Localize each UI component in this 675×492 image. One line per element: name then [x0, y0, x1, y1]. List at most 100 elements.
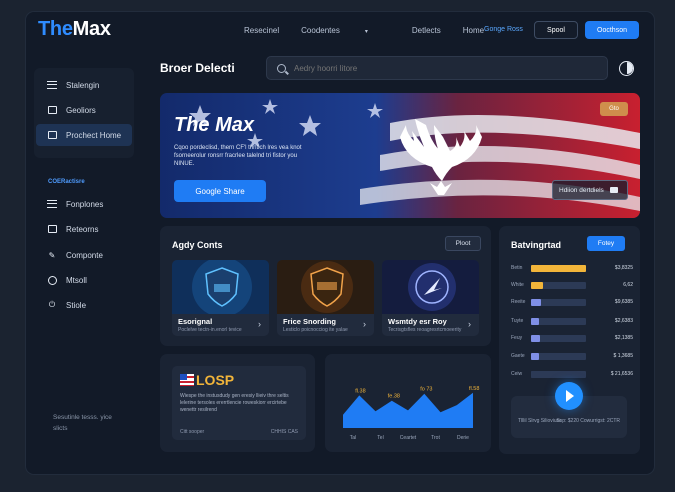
- losp-card[interactable]: LOSP Wiespe the instusdudy gen eresiy ll…: [172, 366, 306, 440]
- nav-item-4[interactable]: Home: [463, 26, 484, 35]
- sidebar-item-label: Mtsoll: [66, 275, 87, 285]
- circle-icon: [46, 275, 58, 285]
- losp-footer-right: CHHIS CAS: [270, 429, 298, 435]
- sidebar-item-label: Stalengin: [66, 80, 100, 90]
- row-bar: [531, 265, 586, 272]
- losp-title: LOSP: [196, 372, 235, 388]
- card-image: [172, 260, 269, 314]
- list-icon: [46, 199, 58, 209]
- leaderboard-chip[interactable]: Fotey: [587, 236, 625, 251]
- search-icon: [277, 63, 286, 73]
- row-bar: [531, 353, 539, 360]
- leaderboard-row: Betin $3,8325: [511, 265, 633, 272]
- sidebar-item-label: Componte: [66, 250, 103, 260]
- sidebar-item-2[interactable]: Geoliors: [36, 99, 132, 121]
- x-tick-label: Ceartet: [400, 435, 417, 441]
- leaderboard-row: Feuy $2,1385: [511, 335, 633, 342]
- calendar-icon: [609, 187, 618, 193]
- leaderboard-row: Tuyte $2,6383: [511, 318, 633, 325]
- card-3[interactable]: Wsmtdy esr Roy Tecrisgtsfles reoagresrtc…: [382, 260, 479, 336]
- sidebar-item-label: Prochect Home: [66, 130, 122, 140]
- top-link[interactable]: Gonge Ross: [484, 26, 523, 33]
- sidebar-item-3[interactable]: Prochect Home: [36, 124, 132, 146]
- card-title: Esorignal: [178, 317, 213, 326]
- hero-description: Cqoo pordeclisd, thern CF'l thrltich lre…: [174, 145, 302, 167]
- checkbox-icon: [46, 130, 58, 140]
- hero-tag-label: Hdiion dertdiels: [559, 186, 604, 194]
- losp-footer-left: Citt sooper: [180, 429, 205, 435]
- x-tick-label: Derie: [457, 435, 469, 441]
- leaderboard-row: Gaete $ 1,3685: [511, 353, 633, 360]
- peak-label: fo 73: [420, 387, 432, 393]
- player-left-info: Tlllil Slrvg Silioviure: [518, 418, 562, 424]
- media-player: Tlllil Slrvg Silioviure Ssp: $220 Cowurr…: [511, 382, 627, 438]
- sidebar-item-1[interactable]: Stalengin: [36, 74, 132, 96]
- area-chart: fl.38 fe.38 fo 73 fl.58 Tal Tel Ceartet Trot Der…: [343, 386, 479, 441]
- peak-label: fe.38: [388, 394, 400, 400]
- card-title: Wsmtdy esr Roy: [388, 317, 447, 326]
- top-bar: TheMax Resecinel Coodentes ▾ Detlects Hom…: [26, 12, 654, 50]
- hero-share-button[interactable]: Google Share: [174, 180, 266, 202]
- peak-label: fl.38: [355, 388, 365, 394]
- hero-badge: Gto: [600, 102, 628, 116]
- card-image: [382, 260, 479, 314]
- hero-title: The Max: [174, 114, 255, 136]
- power-icon: ⏻: [48, 300, 56, 309]
- sidebar-item-6[interactable]: ✎ Componte: [36, 244, 132, 266]
- row-bar: [531, 299, 541, 306]
- flag-icon: [180, 374, 194, 386]
- card-title: Frice Snording: [283, 317, 336, 326]
- search-bar[interactable]: [266, 56, 608, 80]
- card-1[interactable]: Esorignal Poclelve tectn-in.enorl tevice…: [172, 260, 269, 336]
- sidebar-section-label: COERactisre: [48, 179, 85, 185]
- leaderboard-row: White 6,62: [511, 282, 633, 289]
- x-tick-label: Tel: [377, 435, 383, 441]
- nav-item-1[interactable]: Resecinel: [244, 26, 279, 35]
- app-window: TheMax Resecinel Coodentes ▾ Detlects Hom…: [26, 12, 654, 474]
- primary-button[interactable]: Oocthson: [585, 21, 639, 39]
- nav-item-3[interactable]: Detlects: [412, 26, 441, 35]
- grid-icon: [46, 105, 58, 115]
- hero-banner: The Max Cqoo pordeclisd, thern CF'l thrl…: [160, 93, 640, 218]
- x-tick-label: Tal: [350, 435, 356, 441]
- card-subtitle: Poclelve tectn-in.enorl tevice: [178, 327, 242, 333]
- chevron-down-icon: ▾: [364, 29, 368, 35]
- player-right-info: Ssp: $220 Cowurrigst: 2CTR: [556, 418, 620, 424]
- row-bar: [531, 335, 540, 342]
- search-input[interactable]: [294, 63, 574, 73]
- chevron-right-icon: ›: [258, 319, 261, 329]
- page-title: Broer Delecti: [160, 61, 235, 75]
- sidebar-item-label: Fonplones: [66, 199, 104, 209]
- sidebar-footer: Sesutinle tesss. yice slicts: [53, 414, 112, 432]
- card-subtitle: Lesticlo poicnocciog ite yalae: [283, 327, 348, 333]
- sidebar-item-7[interactable]: Mtsoll: [36, 269, 132, 291]
- secondary-button[interactable]: Spool: [534, 21, 578, 39]
- chevron-right-icon: ›: [468, 319, 471, 329]
- play-button[interactable]: [555, 382, 583, 410]
- nav-item-2[interactable]: Coodentes ▾: [301, 26, 390, 35]
- chevron-right-icon: ›: [363, 319, 366, 329]
- card-subtitle: Tecrisgtsfles reoagresrtcmoeerity: [388, 327, 462, 333]
- sidebar-item-5[interactable]: Reteorns: [36, 218, 132, 240]
- theme-toggle-icon[interactable]: [619, 61, 634, 76]
- x-tick-label: Trot: [431, 435, 440, 441]
- losp-panel: LOSP Wiespe the instusdudy gen eresiy ll…: [160, 354, 315, 452]
- cards-panel-chip[interactable]: Ploot: [445, 236, 481, 251]
- app-logo[interactable]: TheMax: [38, 18, 111, 41]
- sidebar-item-label: Geoliors: [66, 105, 96, 115]
- sidebar-item-4[interactable]: Fonplones: [36, 193, 132, 215]
- sidebar-item-8[interactable]: ⏻ Stiole: [36, 294, 132, 316]
- row-bar: [531, 318, 539, 325]
- brush-icon: ✎: [48, 250, 56, 260]
- peak-label: fl.58: [469, 386, 479, 392]
- leaderboard-row: Reeite $9,6385: [511, 299, 633, 306]
- row-bar: [531, 371, 556, 378]
- top-nav: Resecinel Coodentes ▾ Detlects Home: [244, 26, 506, 35]
- card-2[interactable]: Frice Snording Lesticlo poicnocciog ite …: [277, 260, 374, 336]
- losp-description: Wiespe the instusdudy gen eresiy llieiv …: [180, 393, 289, 413]
- hero-details-tag[interactable]: Hdiion dertdiels: [552, 180, 628, 200]
- sidebar-item-label: Reteorns: [66, 224, 99, 234]
- cards-panel-title: Agdy Conts: [172, 240, 223, 250]
- chart-panel: fl.38 fe.38 fo 73 fl.58 Tal Tel Ceartet Trot Der…: [325, 354, 491, 452]
- card-image: [277, 260, 374, 314]
